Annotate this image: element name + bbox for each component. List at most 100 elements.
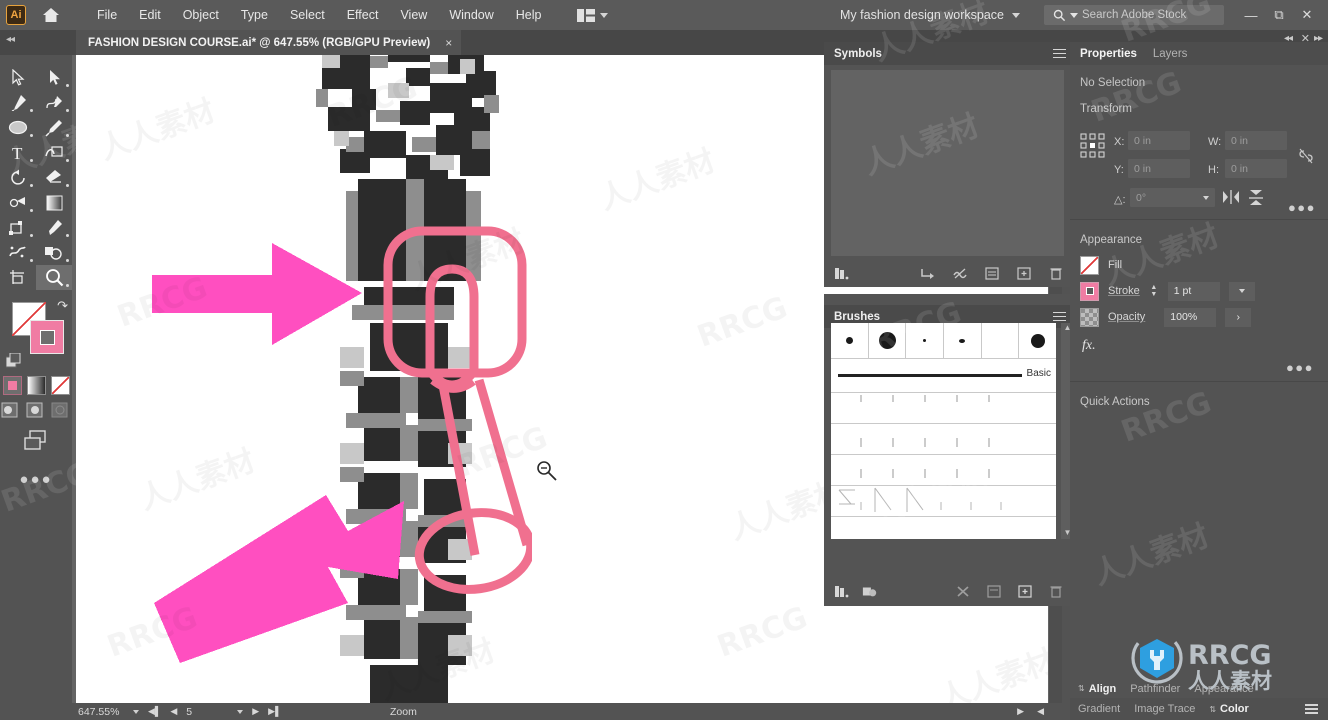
- paintbrush-tool[interactable]: [36, 115, 72, 140]
- eyedropper-tool[interactable]: [36, 215, 72, 240]
- next-page-icon[interactable]: ▶: [252, 706, 259, 717]
- restore-button[interactable]: ⧉: [1266, 3, 1292, 27]
- document-tab[interactable]: FASHION DESIGN COURSE.ai* @ 647.55% (RGB…: [76, 30, 462, 55]
- collapse-panels-icon[interactable]: ◂◂: [1284, 33, 1293, 44]
- appearance-more-options-icon[interactable]: ●●●: [1070, 360, 1328, 375]
- zoom-dropdown-icon[interactable]: [133, 709, 139, 714]
- brush-item-pattern[interactable]: [831, 393, 1056, 424]
- transform-x-field[interactable]: 0 in: [1128, 131, 1190, 150]
- brush-options-icon[interactable]: [986, 584, 1002, 599]
- reference-point-icon[interactable]: [1080, 133, 1106, 159]
- color-mode-button[interactable]: [2, 376, 22, 395]
- panel-menu-icon[interactable]: [1053, 309, 1066, 324]
- menu-select[interactable]: Select: [279, 4, 336, 26]
- selection-tool[interactable]: [0, 65, 36, 90]
- menu-help[interactable]: Help: [505, 4, 553, 26]
- first-page-icon[interactable]: ◀▌: [148, 706, 161, 717]
- brush-item[interactable]: [1019, 323, 1056, 359]
- direct-selection-tool[interactable]: [36, 65, 72, 90]
- tab-image-trace[interactable]: Image Trace: [1134, 703, 1195, 715]
- constrain-proportions-icon[interactable]: [1298, 147, 1314, 165]
- brush-item-pattern[interactable]: [831, 424, 1056, 455]
- panel-menu-icon[interactable]: [1305, 702, 1318, 717]
- last-page-icon[interactable]: ▶▌: [268, 706, 281, 717]
- menu-effect[interactable]: Effect: [336, 4, 390, 26]
- rotate-tool[interactable]: [0, 165, 36, 190]
- panel-grip-icon[interactable]: ⇅: [1078, 684, 1085, 693]
- brush-item-basic[interactable]: Basic: [831, 359, 1056, 393]
- zoom-tool[interactable]: [36, 265, 72, 290]
- stroke-swatch-button[interactable]: [1080, 281, 1099, 301]
- tab-properties[interactable]: Properties: [1080, 48, 1137, 60]
- edit-toolbar-icon[interactable]: ●●●: [0, 471, 72, 488]
- stroke-weight-field[interactable]: 1 pt: [1167, 281, 1220, 301]
- draw-inside-button[interactable]: [51, 402, 71, 419]
- brush-item[interactable]: [981, 323, 1020, 359]
- libraries-panel-icon[interactable]: [862, 584, 878, 599]
- page-number-value[interactable]: 5: [186, 706, 228, 718]
- swap-fill-stroke-icon[interactable]: ↷: [57, 298, 68, 314]
- arrange-documents-button[interactable]: [571, 6, 614, 25]
- scale-tool[interactable]: [0, 190, 36, 215]
- brush-item[interactable]: [831, 323, 869, 359]
- menu-edit[interactable]: Edit: [128, 4, 172, 26]
- fill-swatch-button[interactable]: [1080, 255, 1099, 275]
- stroke-swatch[interactable]: [30, 320, 64, 354]
- close-icon[interactable]: ×: [442, 36, 455, 50]
- panel-menu-icon[interactable]: [1053, 46, 1066, 61]
- transform-w-field[interactable]: 0 in: [1225, 131, 1287, 150]
- tab-layers[interactable]: Layers: [1153, 48, 1188, 60]
- none-mode-button[interactable]: [50, 376, 70, 395]
- transform-angle-field[interactable]: 0°: [1130, 188, 1215, 207]
- opacity-label[interactable]: Opacity: [1108, 311, 1145, 323]
- symbols-list[interactable]: [831, 70, 1064, 256]
- pen-tool[interactable]: [0, 90, 36, 115]
- close-button[interactable]: ✕: [1294, 3, 1320, 27]
- menu-file[interactable]: File: [86, 4, 128, 26]
- draw-normal-button[interactable]: [1, 402, 21, 419]
- brush-item[interactable]: [944, 323, 982, 359]
- stroke-weight-stepper[interactable]: ▲ ▼: [1149, 284, 1159, 298]
- remove-brush-stroke-icon[interactable]: [955, 584, 971, 599]
- collapse-toolbar-icon[interactable]: ◂◂: [6, 34, 15, 45]
- effects-button[interactable]: fx.: [1070, 330, 1328, 354]
- eraser-tool[interactable]: [36, 165, 72, 190]
- menu-window[interactable]: Window: [438, 4, 504, 26]
- delete-brush-icon[interactable]: [1048, 584, 1064, 599]
- brush-item-art[interactable]: [831, 486, 1056, 517]
- brush-item[interactable]: [868, 323, 907, 359]
- gradient-mode-button[interactable]: [26, 376, 46, 395]
- brush-item-pattern[interactable]: [831, 455, 1056, 486]
- new-brush-icon[interactable]: [1017, 584, 1033, 599]
- flip-vertical-icon[interactable]: [1248, 189, 1264, 206]
- minimize-button[interactable]: —: [1238, 3, 1264, 27]
- stroke-weight-dropdown[interactable]: [1228, 281, 1255, 301]
- opacity-value-field[interactable]: 100%: [1164, 307, 1217, 327]
- gradient-tool[interactable]: [36, 190, 72, 215]
- close-panel-icon[interactable]: ✕: [1301, 32, 1310, 45]
- free-transform-tool[interactable]: [0, 215, 36, 240]
- ellipse-shape-tool[interactable]: [0, 115, 36, 140]
- search-adobe-stock-field[interactable]: Search Adobe Stock: [1044, 5, 1224, 25]
- symbol-options-icon[interactable]: [984, 266, 1000, 281]
- brushes-list[interactable]: Basic: [831, 323, 1056, 539]
- stroke-label[interactable]: Stroke: [1108, 285, 1140, 297]
- menu-view[interactable]: View: [389, 4, 438, 26]
- brush-libraries-icon[interactable]: [834, 584, 850, 599]
- new-symbol-icon[interactable]: [1016, 266, 1032, 281]
- tab-align[interactable]: Align: [1089, 683, 1117, 695]
- brush-item[interactable]: [906, 323, 945, 359]
- transform-y-field[interactable]: 0 in: [1128, 159, 1190, 178]
- tab-gradient[interactable]: Gradient: [1078, 703, 1120, 715]
- delete-symbol-icon[interactable]: [1048, 266, 1064, 281]
- shape-builder-tool[interactable]: [36, 240, 72, 265]
- type-tool[interactable]: T: [0, 140, 36, 165]
- symbol-libraries-icon[interactable]: [834, 266, 850, 281]
- transform-more-options-icon[interactable]: ●●●: [1288, 200, 1316, 215]
- break-link-icon[interactable]: [952, 266, 968, 281]
- status-next-icon[interactable]: ▶: [1017, 706, 1024, 717]
- artboard-tool[interactable]: [0, 265, 36, 290]
- shaper-tool[interactable]: [36, 140, 72, 165]
- zoom-level-value[interactable]: 647.55%: [72, 706, 124, 718]
- opacity-options-button[interactable]: ›: [1225, 307, 1252, 327]
